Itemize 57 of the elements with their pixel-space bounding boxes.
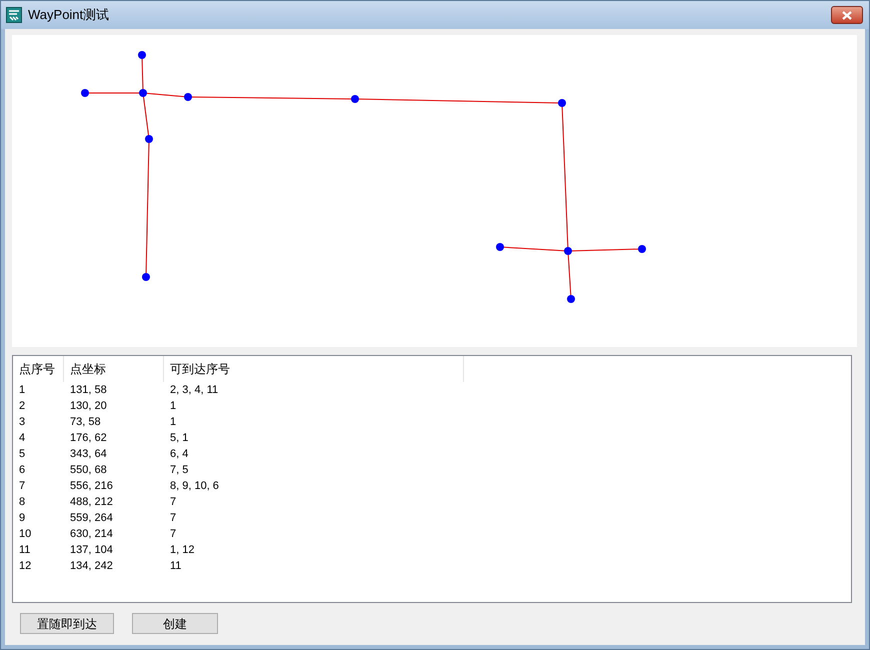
table-cell-text: 7 <box>169 527 178 542</box>
action-button[interactable]: 创建 <box>132 613 218 634</box>
close-button[interactable] <box>831 6 863 24</box>
table-cell-text: 6 <box>18 463 26 478</box>
table-cell-text: 73, 58 <box>69 415 102 430</box>
table-cell-text: 1 <box>169 415 178 430</box>
column-header[interactable]: 点序号 <box>13 356 64 382</box>
table-cell-text: 5, 1 <box>169 431 190 446</box>
table-cell-text: 8, 9, 10, 6 <box>169 479 220 494</box>
table-cell-text: 4 <box>18 431 26 446</box>
table-cell-text: 3 <box>18 415 26 430</box>
waypoint-dot <box>145 135 153 143</box>
table-cell-text: 6, 4 <box>169 447 190 462</box>
table-cell-text: 556, 216 <box>69 479 114 494</box>
table-cell-text: 5 <box>18 447 26 462</box>
waypoint-dot <box>184 93 192 101</box>
waypoint-dot <box>567 295 575 303</box>
waypoint-dot <box>564 247 572 255</box>
table-cell-text: 7 <box>169 495 178 510</box>
table-cell-text: 10 <box>18 527 32 542</box>
table-cell-text: 488, 212 <box>69 495 114 510</box>
table-cell-text: 176, 62 <box>69 431 108 446</box>
table-cell-text: 2 <box>18 399 26 414</box>
table-cell-text: 7 <box>18 479 26 494</box>
table-cell-text: 1 <box>169 399 178 414</box>
close-icon <box>842 10 852 20</box>
column-header[interactable]: 点坐标 <box>64 356 164 382</box>
table-cell-text: 630, 214 <box>69 527 114 542</box>
table-cell-text: 550, 68 <box>69 463 108 478</box>
waypoint-dot <box>81 89 89 97</box>
app-icon <box>6 7 22 23</box>
waypoint-dot <box>496 243 504 251</box>
waypoint-dot <box>138 51 146 59</box>
table-cell-text: 8 <box>18 495 26 510</box>
table-cell-text: 9 <box>18 511 26 526</box>
table-cell-text: 11 <box>169 559 182 574</box>
waypoint-dot <box>139 89 147 97</box>
table-cell-text: 11 <box>18 543 32 558</box>
waypoint-dot <box>558 99 566 107</box>
table-cell-text: 7, 5 <box>169 463 190 478</box>
table-cell-text: 134, 242 <box>69 559 114 574</box>
window-title: WayPoint测试 <box>28 6 110 24</box>
waypoint-dot <box>351 95 359 103</box>
table-cell-text: 559, 264 <box>69 511 114 526</box>
table-cell-text: 130, 20 <box>69 399 108 414</box>
table-cell-text: 1 <box>18 383 26 398</box>
action-button[interactable]: 置随即到达 <box>20 613 114 634</box>
table-cell-text: 2, 3, 4, 11 <box>169 383 220 398</box>
column-header[interactable]: 可到达序号 <box>164 356 464 382</box>
table-cell-text: 1, 12 <box>169 543 196 558</box>
table-cell-text: 137, 104 <box>69 543 114 558</box>
table-cell-text: 12 <box>18 559 32 574</box>
table-cell-text: 343, 64 <box>69 447 108 462</box>
table-cell-text: 131, 58 <box>69 383 108 398</box>
table-cell-text: 7 <box>169 511 178 526</box>
waypoint-dot <box>638 245 646 253</box>
waypoint-dot <box>142 273 150 281</box>
